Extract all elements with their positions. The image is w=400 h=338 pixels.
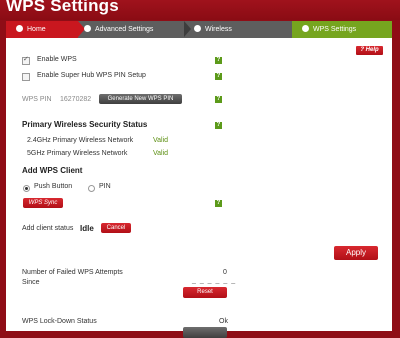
failed-attempts-label-since: Since: [22, 279, 40, 286]
breadcrumb-wps-label: WPS Settings: [313, 26, 357, 33]
breadcrumb-home[interactable]: Home: [6, 21, 78, 38]
apply-button[interactable]: Apply: [334, 246, 378, 260]
security-row-label: 2.4GHz Primary Wireless Network: [27, 137, 134, 144]
enable-wps-checkbox[interactable]: [22, 55, 30, 65]
help-icon[interactable]: ?: [215, 73, 222, 80]
breadcrumb-wps-settings[interactable]: WPS Settings: [292, 21, 392, 38]
cancel-button[interactable]: Cancel: [101, 223, 131, 233]
app-header: WPS Settings: [0, 0, 400, 20]
wireless-icon: [194, 24, 201, 32]
breadcrumb-wireless-label: Wireless: [205, 26, 232, 33]
settings-panel: ? Help Enable WPS ? Enable Super Hub WPS…: [6, 38, 392, 338]
help-icon[interactable]: ?: [215, 200, 222, 207]
push-button-radio[interactable]: [23, 185, 30, 192]
reset-button[interactable]: Reset: [183, 287, 227, 298]
security-row-label: 5GHz Primary Wireless Network: [27, 150, 128, 157]
lockdown-status-label: WPS Lock-Down Status: [22, 318, 97, 325]
page-title: WPS Settings: [6, 0, 119, 15]
push-button-label: Push Button: [34, 183, 73, 190]
home-icon: [16, 24, 23, 32]
help-icon[interactable]: ?: [215, 96, 222, 103]
failed-attempts-label: Number of Failed WPS Attempts: [22, 269, 123, 276]
help-icon[interactable]: ?: [215, 122, 222, 129]
wps-sync-button[interactable]: WPS Sync: [23, 198, 63, 208]
wps-settings-icon: [302, 24, 309, 32]
breadcrumb-home-label: Home: [27, 26, 46, 33]
help-icon[interactable]: ?: [215, 57, 222, 64]
lockdown-status-value: Ok: [219, 318, 228, 325]
enable-superhub-pin-label: Enable Super Hub WPS PIN Setup: [37, 72, 146, 79]
breadcrumb-advanced-label: Advanced Settings: [95, 26, 154, 33]
advanced-settings-icon: [84, 24, 91, 32]
security-status-heading: Primary Wireless Security Status: [22, 120, 148, 129]
generate-wps-pin-button[interactable]: Generate New WPS PIN: [99, 94, 182, 104]
breadcrumb-wireless[interactable]: Wireless: [184, 21, 292, 38]
wps-pin-value: 16270282: [60, 96, 92, 103]
add-client-status-label: Add client status: [22, 225, 74, 232]
pin-label: PIN: [99, 183, 111, 190]
wps-pin-label: WPS PIN: [22, 96, 52, 103]
security-row-value: Valid: [153, 150, 169, 157]
enable-superhub-pin-checkbox[interactable]: [22, 73, 30, 81]
failed-attempts-value: 0: [223, 269, 227, 276]
help-button[interactable]: ? Help: [356, 46, 383, 55]
enable-wps-label: Enable WPS: [37, 56, 77, 63]
breadcrumb-advanced-settings[interactable]: Advanced Settings: [78, 21, 184, 38]
add-client-status-value: Idle: [80, 224, 94, 233]
failed-attempts-since-dashes: _ _ _ _ _ _: [192, 277, 237, 284]
breadcrumb: Home Advanced Settings Wireless WPS Sett…: [6, 21, 392, 38]
pin-radio[interactable]: [88, 185, 95, 192]
add-client-heading: Add WPS Client: [22, 166, 83, 175]
unlock-button[interactable]: [183, 327, 227, 338]
security-row-value: Valid: [153, 137, 169, 144]
